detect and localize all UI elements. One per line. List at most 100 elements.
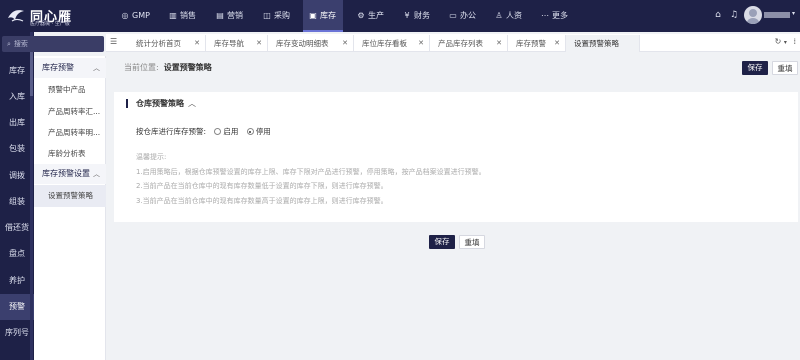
submenu-item-warning-products[interactable]: 预警中产品 bbox=[34, 79, 106, 101]
nav-label: 销售 bbox=[180, 11, 196, 20]
radio-enable[interactable] bbox=[214, 128, 222, 135]
purchase-icon: ◫ bbox=[263, 11, 271, 20]
nav-marketing[interactable]: ▤ 营销 bbox=[210, 0, 250, 32]
option-label: 按仓库进行库存预警: bbox=[136, 127, 207, 136]
tab-location-board[interactable]: 库位库存看板 ✕ bbox=[354, 35, 430, 52]
tab-set-warning-strategy[interactable]: 设置预警策略 bbox=[566, 35, 640, 52]
chevron-up-icon: ︿ bbox=[188, 99, 196, 108]
tab-label: 统计分析首页 bbox=[136, 39, 181, 48]
office-icon: ▭ bbox=[449, 11, 457, 20]
submenu-item-set-warning-strategy[interactable]: 设置预警策略 bbox=[34, 185, 106, 207]
rail-item-packing[interactable]: 包装 bbox=[0, 136, 34, 162]
tab-stock-warning[interactable]: 库存预警 ✕ bbox=[508, 35, 566, 52]
section-title[interactable]: 仓库预警策略 ︿ bbox=[126, 99, 196, 108]
submenu-group-stock-warning[interactable]: 库存预警 ︿ bbox=[34, 58, 106, 78]
app-logo[interactable]: 同心雁 医疗器械 · 生产版 bbox=[4, 4, 104, 28]
radio-disable[interactable] bbox=[246, 128, 254, 135]
nav-finance[interactable]: ¥ 财务 bbox=[397, 0, 437, 32]
nav-inventory[interactable]: ▣ 库存 bbox=[303, 0, 343, 32]
rail-item-stocktake[interactable]: 盘点 bbox=[0, 241, 34, 267]
nav-gmp[interactable]: ◎ GMP bbox=[115, 0, 155, 32]
submenu-item-turnover-summary[interactable]: 产品周转率汇... bbox=[34, 101, 106, 123]
section-title-text: 仓库预警策略 bbox=[136, 99, 184, 108]
top-bar: 同心雁 医疗器械 · 生产版 ◎ GMP ▥ 销售 ▤ 营销 ◫ 采购 ▣ 库存 ⚙ 生产 … bbox=[0, 0, 800, 32]
rail-item-transfer[interactable]: 调拨 bbox=[0, 163, 34, 189]
rail-item-borrow-return[interactable]: 借还货 bbox=[0, 215, 34, 241]
rail-item-outbound[interactable]: 出库 bbox=[0, 110, 34, 136]
rail-item-inbound[interactable]: 入库 bbox=[0, 84, 34, 110]
collapse-menu-icon[interactable]: ☰ bbox=[110, 37, 117, 46]
tab-label: 库存预警 bbox=[516, 39, 546, 48]
top-right-tools: ⌂ ♫ ▾ bbox=[712, 0, 795, 32]
nav-sales[interactable]: ▥ 销售 bbox=[163, 0, 203, 32]
app-tagline: 医疗器械 · 生产版 bbox=[30, 21, 70, 27]
tab-inventory-change-detail[interactable]: 库存变动明细表 ✕ bbox=[268, 35, 354, 52]
rail-item-inventory[interactable]: 库存 bbox=[0, 58, 34, 84]
rail-item-maintenance[interactable]: 养护 bbox=[0, 268, 34, 294]
nav-label: 人资 bbox=[506, 11, 522, 20]
close-icon[interactable]: ✕ bbox=[418, 35, 424, 52]
home-icon[interactable]: ⌂ bbox=[712, 9, 724, 21]
nav-hr[interactable]: ♙ 人资 bbox=[489, 0, 529, 32]
hr-icon: ♙ bbox=[495, 11, 503, 20]
avatar[interactable] bbox=[744, 6, 762, 24]
radio-disable-label[interactable]: 停用 bbox=[256, 127, 271, 136]
chevron-up-icon: ︿ bbox=[93, 64, 100, 72]
sales-icon: ▥ bbox=[169, 11, 177, 20]
tab-menu-icon[interactable]: ⁞ bbox=[793, 37, 796, 46]
close-icon[interactable]: ✕ bbox=[496, 35, 502, 52]
save-button-top[interactable]: 保存 bbox=[742, 61, 768, 75]
rail-item-warning[interactable]: 预警 bbox=[0, 294, 34, 320]
tab-label: 库存导航 bbox=[214, 39, 244, 48]
gmp-icon: ◎ bbox=[121, 11, 129, 20]
tab-product-stock-list[interactable]: 产品库存列表 ✕ bbox=[430, 35, 508, 52]
nav-office[interactable]: ▭ 办公 bbox=[443, 0, 483, 32]
submenu-item-turnover-detail[interactable]: 产品周转率明... bbox=[34, 122, 106, 144]
save-button[interactable]: 保存 bbox=[429, 235, 455, 249]
chevron-down-icon[interactable]: ▾ bbox=[792, 10, 795, 17]
reset-button-top[interactable]: 重填 bbox=[772, 61, 798, 75]
submenu-group-warning-settings[interactable]: 库存预警设置 ︿ bbox=[34, 164, 106, 184]
tip-line: 3.当前产品在当前仓库中的现有库存数量高于设置的库存上限，则进行库存预警。 bbox=[136, 196, 388, 205]
menu-search-input[interactable]: ⌕ 搜索 bbox=[2, 36, 104, 52]
nav-purchase[interactable]: ◫ 采购 bbox=[257, 0, 297, 32]
nav-label: 库存 bbox=[320, 11, 336, 20]
more-icon: ⋯ bbox=[541, 11, 549, 20]
chevron-down-icon[interactable]: ▾ bbox=[784, 39, 787, 46]
rail-scrollbar[interactable] bbox=[30, 32, 33, 360]
refresh-icon[interactable]: ↻ bbox=[775, 37, 782, 46]
nav-more[interactable]: ⋯ 更多 bbox=[535, 0, 575, 32]
nav-production[interactable]: ⚙ 生产 bbox=[351, 0, 391, 32]
nav-label: 办公 bbox=[460, 11, 476, 20]
radio-enable-label[interactable]: 启用 bbox=[223, 127, 238, 136]
close-icon[interactable]: ✕ bbox=[256, 35, 262, 52]
nav-label: 采购 bbox=[274, 11, 290, 20]
close-icon[interactable]: ✕ bbox=[194, 35, 200, 52]
search-icon: ⌕ bbox=[7, 40, 11, 48]
tab-inventory-nav[interactable]: 库存导航 ✕ bbox=[206, 35, 268, 52]
rail-item-serial-number[interactable]: 序列号 bbox=[0, 320, 34, 346]
production-icon: ⚙ bbox=[357, 11, 365, 20]
submenu-item-stock-age[interactable]: 库龄分析表 bbox=[34, 143, 106, 165]
rail-item-assembly[interactable]: 组装 bbox=[0, 189, 34, 215]
breadcrumb: 当前位置: 设置预警策略 bbox=[124, 62, 212, 73]
close-icon[interactable]: ✕ bbox=[342, 35, 348, 52]
tip-line: 2.当前产品在当前仓库中的现有库存数量低于设置的库存下限，则进行库存预警。 bbox=[136, 182, 388, 190]
reset-button[interactable]: 重填 bbox=[459, 235, 485, 249]
inventory-icon: ▣ bbox=[309, 11, 317, 20]
module-rail: 库存 入库 出库 包装 调拨 组装 借还货 盘点 养护 预警 序列号 bbox=[0, 32, 34, 360]
tab-label: 库位库存看板 bbox=[362, 39, 407, 48]
submenu-group-label: 库存预警 bbox=[42, 63, 74, 72]
finance-icon: ¥ bbox=[404, 11, 410, 20]
nav-label: 生产 bbox=[368, 11, 384, 20]
submenu: 库存预警 ︿ 预警中产品 产品周转率汇... 产品周转率明... 库龄分析表 库… bbox=[34, 56, 106, 360]
user-name-redacted[interactable] bbox=[764, 12, 790, 18]
marketing-icon: ▤ bbox=[216, 11, 224, 20]
bell-icon[interactable]: ♫ bbox=[728, 9, 740, 21]
tab-label: 设置预警策略 bbox=[574, 39, 619, 48]
breadcrumb-current: 设置预警策略 bbox=[163, 63, 212, 72]
close-icon[interactable]: ✕ bbox=[554, 35, 560, 52]
nav-label: GMP bbox=[132, 11, 150, 20]
tab-stats-home[interactable]: 统计分析首页 ✕ bbox=[128, 35, 206, 52]
tips-block: 温馨提示: 1.启用策略后，根据仓库预警设置的库存上限、库存下限对产品进行预警，… bbox=[136, 150, 486, 208]
